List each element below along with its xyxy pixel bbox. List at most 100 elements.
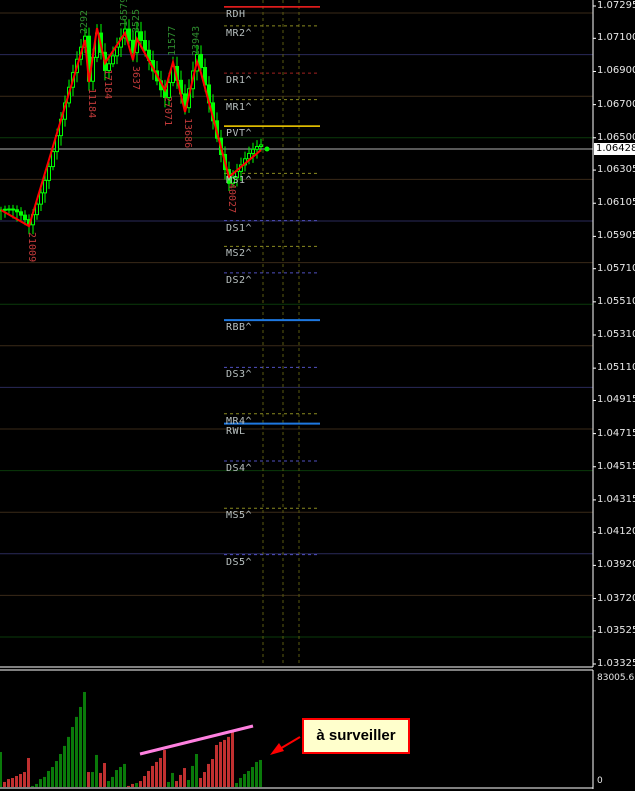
axis-tick-label: 1.03720	[597, 592, 635, 604]
volume-bar	[7, 779, 10, 787]
volume-bar	[39, 779, 42, 787]
axis-tick-label: 1.05510	[597, 295, 635, 307]
volume-bar	[167, 781, 170, 787]
candle-body	[247, 152, 251, 160]
volume-bar	[63, 745, 66, 787]
candle-body	[39, 192, 43, 205]
axis-tick-label: 1.04315	[597, 493, 635, 505]
volume-bar	[207, 763, 210, 787]
current-price-label: 1.06428	[594, 143, 635, 155]
volume-bar	[191, 765, 194, 787]
zigzag-volume-label: 3525	[131, 8, 142, 33]
volume-bar	[159, 757, 162, 787]
volume-bar	[11, 777, 14, 787]
volume-bar	[15, 776, 18, 787]
volume-bar	[259, 759, 262, 787]
volume-bar	[67, 736, 70, 787]
volume-bar	[247, 770, 250, 787]
zigzag-volume-label: 23943	[191, 25, 202, 56]
volume-bar	[31, 785, 34, 787]
volume-bar	[75, 716, 78, 787]
volume-bar	[71, 726, 74, 787]
volume-bar	[179, 774, 182, 787]
volume-bar	[123, 763, 126, 787]
candle-body	[15, 209, 19, 213]
volume-bar	[143, 776, 146, 787]
candle-body	[143, 39, 147, 51]
volume-bar	[227, 736, 230, 787]
axis-tick-label: 1.05310	[597, 329, 635, 340]
volume-bar	[51, 766, 54, 787]
axis-tick-label: 1.04715	[597, 427, 635, 439]
volume-bars	[0, 691, 262, 787]
volume-bar	[131, 783, 134, 787]
volume-bar	[231, 732, 234, 787]
volume-bar	[187, 779, 190, 787]
volume-bar	[55, 761, 58, 787]
candle-body	[19, 211, 23, 216]
volume-bar	[115, 770, 118, 787]
volume-bar	[175, 781, 178, 787]
volume-bar	[59, 754, 62, 787]
level-label: DS4^	[226, 462, 253, 474]
volume-bar	[215, 744, 218, 787]
volume-bar	[195, 754, 198, 787]
price-axis-ticks	[593, 5, 596, 665]
volume-bar	[147, 770, 150, 787]
volume-bar	[155, 761, 158, 787]
axis-tick-label: 1.07295	[597, 0, 635, 11]
zigzag-volume-label: 16579	[119, 0, 130, 28]
volume-bar	[235, 783, 238, 787]
axis-tick-label: 1.04915	[597, 394, 635, 406]
current-price-dot	[264, 146, 270, 152]
candle-body	[47, 166, 51, 181]
volume-bar	[35, 783, 38, 787]
zigzag-volume-label: 3637	[130, 66, 141, 91]
candle-body	[11, 208, 15, 211]
candle-body	[23, 214, 27, 221]
volume-bar	[135, 783, 138, 787]
volume-max-label: 83005.65	[597, 673, 635, 683]
level-label: MS2^	[226, 248, 253, 260]
axis-tick-label: 1.05710	[597, 262, 635, 274]
volume-bar	[83, 691, 86, 787]
volume-min-label: 0	[597, 776, 603, 786]
volume-bar	[139, 781, 142, 787]
volume-bar	[103, 763, 106, 787]
level-label: DS3^	[226, 369, 253, 381]
annotation-note: à surveiller	[302, 718, 410, 754]
zigzag-volume-label: 2292	[79, 9, 90, 34]
volume-bar	[251, 766, 254, 787]
candle-body	[7, 208, 11, 211]
candle-body	[51, 151, 55, 168]
volume-bar	[219, 741, 222, 787]
volume-bar	[95, 754, 98, 787]
axis-tick-label: 1.06500	[597, 131, 635, 143]
axis-tick-label: 1.06900	[597, 65, 635, 77]
volume-bar	[0, 752, 2, 787]
zigzag-volume-label: 40027	[226, 183, 237, 214]
volume-bar	[47, 770, 50, 787]
candle-body	[255, 146, 259, 150]
volume-bar	[111, 776, 114, 787]
axis-tick-label: 1.03325	[597, 658, 635, 669]
level-label: RDH	[226, 8, 246, 20]
volume-bar	[91, 772, 94, 787]
level-label: DS5^	[226, 556, 253, 568]
level-label: DS1^	[226, 222, 253, 234]
volume-bar	[163, 750, 166, 787]
axis-tick-label: 1.03525	[597, 624, 635, 636]
price-chart[interactable]	[0, 0, 635, 791]
volume-bar	[107, 781, 110, 787]
arrow-icon	[270, 736, 301, 755]
volume-bar	[87, 772, 90, 787]
candle-body	[43, 179, 47, 194]
volume-bar	[99, 772, 102, 787]
candle-body	[199, 53, 203, 69]
candle-body	[115, 46, 119, 57]
zigzag-volume-label: 27071	[162, 96, 173, 127]
axis-tick-label: 1.05905	[597, 230, 635, 242]
axis-tick-label: 1.07100	[597, 32, 635, 44]
axis-tick-label: 1.06305	[597, 164, 635, 176]
level-label: DS2^	[226, 274, 253, 286]
